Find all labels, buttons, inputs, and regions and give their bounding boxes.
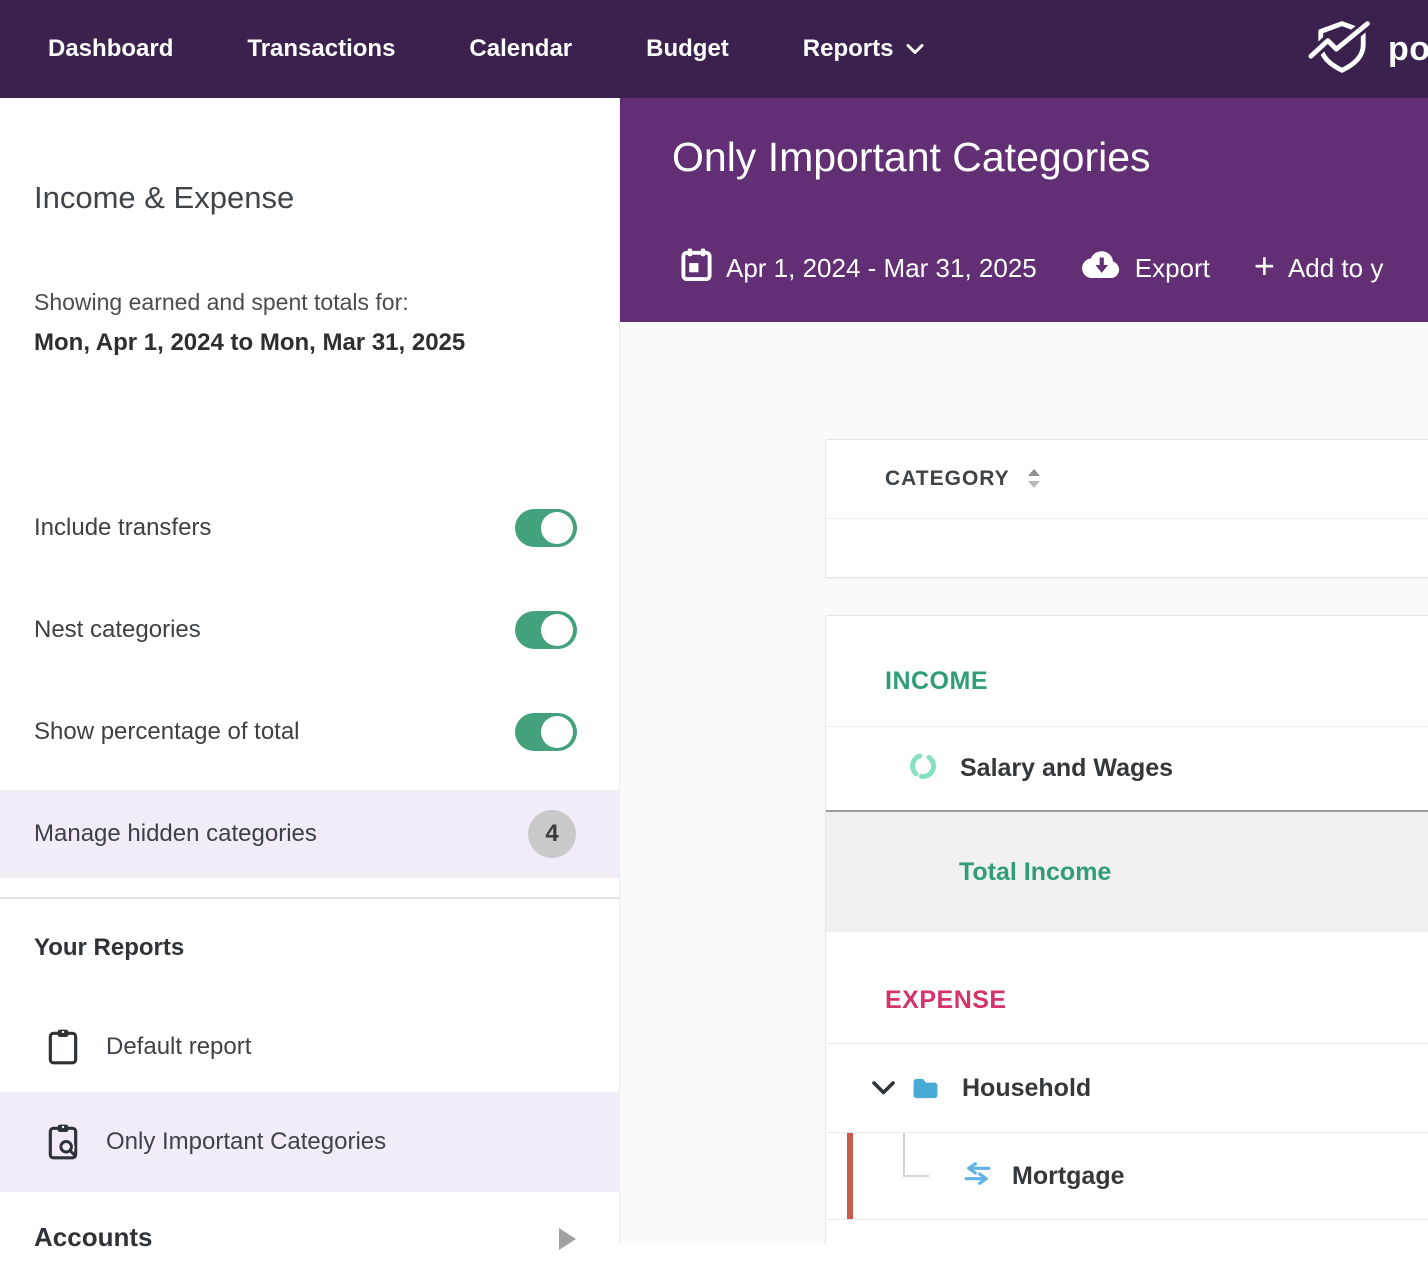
report-header: Only Important Categories Apr 1, 2024 - …	[620, 98, 1428, 322]
income-section-header: INCOME	[826, 616, 1428, 727]
total-income-row: Total Income	[826, 812, 1428, 932]
include-transfers-toggle[interactable]	[515, 509, 577, 547]
toggle-label: Include transfers	[34, 514, 212, 541]
export-button[interactable]: Export	[1081, 249, 1210, 288]
top-nav: Dashboard Transactions Calendar Budget R…	[0, 0, 1428, 98]
report-title: Only Important Categories	[672, 134, 1151, 180]
toggle-knob	[541, 716, 573, 748]
category-column-header[interactable]: CATEGORY	[826, 440, 1428, 519]
nav-item-budget[interactable]: Budget	[646, 35, 729, 63]
cloud-download-icon	[1081, 249, 1122, 288]
nav-item-transactions[interactable]: Transactions	[247, 35, 395, 63]
hidden-count-badge: 4	[528, 810, 576, 858]
category-row-label: Mortgage	[1012, 1161, 1125, 1190]
sidebar-subtitle: Showing earned and spent totals for:	[34, 289, 409, 315]
calendar-icon	[680, 246, 713, 291]
date-range-picker[interactable]: Apr 1, 2024 - Mar 31, 2025	[680, 246, 1037, 291]
toggle-row-nest-categories: Nest categories	[34, 610, 577, 650]
expense-section-label: EXPENSE	[885, 986, 1007, 1014]
sidebar-section-accounts[interactable]: Accounts	[0, 1216, 620, 1276]
table-header-card: CATEGORY	[825, 439, 1428, 578]
income-section-label: INCOME	[885, 666, 988, 695]
category-row-label: Salary and Wages	[960, 754, 1174, 782]
category-row-household[interactable]: Household	[826, 1044, 1428, 1132]
brand-logo[interactable]: poc	[1307, 0, 1428, 98]
sort-icon	[1027, 468, 1041, 490]
expand-arrow-icon	[559, 1228, 576, 1250]
clipboard-icon	[46, 1028, 80, 1066]
manage-hidden-label: Manage hidden categories	[34, 820, 317, 847]
add-label: Add to y	[1287, 252, 1384, 283]
sidebar-item-only-important-categories[interactable]: Only Important Categories	[0, 1092, 620, 1192]
category-row-salary-and-wages[interactable]: Salary and Wages	[826, 727, 1428, 812]
nest-categories-toggle[interactable]	[515, 611, 577, 649]
clipboard-search-icon	[46, 1123, 80, 1161]
sidebar-divider	[0, 897, 620, 899]
category-color-bar	[847, 1133, 853, 1219]
report-settings-sidebar: Income & Expense Showing earned and spen…	[0, 98, 620, 1252]
brand-text: poc	[1388, 29, 1428, 68]
category-header-label: CATEGORY	[885, 467, 1010, 490]
expense-section-header: EXPENSE	[826, 932, 1428, 1044]
report-item-label: Default report	[106, 1033, 252, 1060]
category-row-label: Household	[962, 1073, 1092, 1102]
folder-icon	[912, 1077, 939, 1100]
report-item-label: Only Important Categories	[106, 1128, 387, 1155]
show-percentage-toggle[interactable]	[515, 713, 577, 751]
toggle-row-include-transfers: Include transfers	[34, 508, 577, 548]
toggle-knob	[541, 512, 573, 544]
toggle-label: Show percentage of total	[34, 718, 300, 745]
your-reports-heading: Your Reports	[34, 934, 185, 961]
sidebar-date-range: Mon, Apr 1, 2024 to Mon, Mar 31, 2025	[34, 329, 466, 356]
nav-item-dashboard[interactable]: Dashboard	[48, 35, 173, 63]
transfer-icon	[963, 1162, 992, 1190]
chevron-down-icon	[905, 42, 925, 56]
sidebar-item-default-report[interactable]: Default report	[0, 1013, 620, 1081]
nav-item-reports[interactable]: Reports	[803, 35, 926, 63]
add-to-dashboard-button[interactable]: + Add to y	[1253, 245, 1384, 286]
report-content: CATEGORY INCOME Salary and Wages Total I…	[620, 322, 1428, 1244]
manage-hidden-categories-row[interactable]: Manage hidden categories 4	[0, 790, 620, 878]
tree-connector	[903, 1133, 929, 1177]
toggle-label: Nest categories	[34, 616, 201, 643]
sidebar-title: Income & Expense	[34, 180, 295, 215]
export-label: Export	[1134, 252, 1210, 283]
plus-icon: +	[1253, 245, 1275, 286]
toggle-row-show-percentage: Show percentage of total	[34, 712, 577, 752]
category-row-mortgage: Mortgage	[826, 1132, 1428, 1220]
collapse-chevron-icon[interactable]	[871, 1079, 896, 1097]
nav-item-calendar[interactable]: Calendar	[469, 35, 572, 63]
total-income-label: Total Income	[959, 857, 1112, 886]
toggle-knob	[541, 614, 573, 646]
accounts-label: Accounts	[34, 1222, 153, 1252]
date-range-label: Apr 1, 2024 - Mar 31, 2025	[726, 252, 1037, 283]
category-donut-icon	[909, 752, 937, 785]
pocketsmith-logo-icon	[1307, 18, 1376, 81]
category-row-mortgage-inner[interactable]: Mortgage	[963, 1133, 1125, 1219]
category-table-card: INCOME Salary and Wages Total Income EXP…	[825, 615, 1428, 1244]
